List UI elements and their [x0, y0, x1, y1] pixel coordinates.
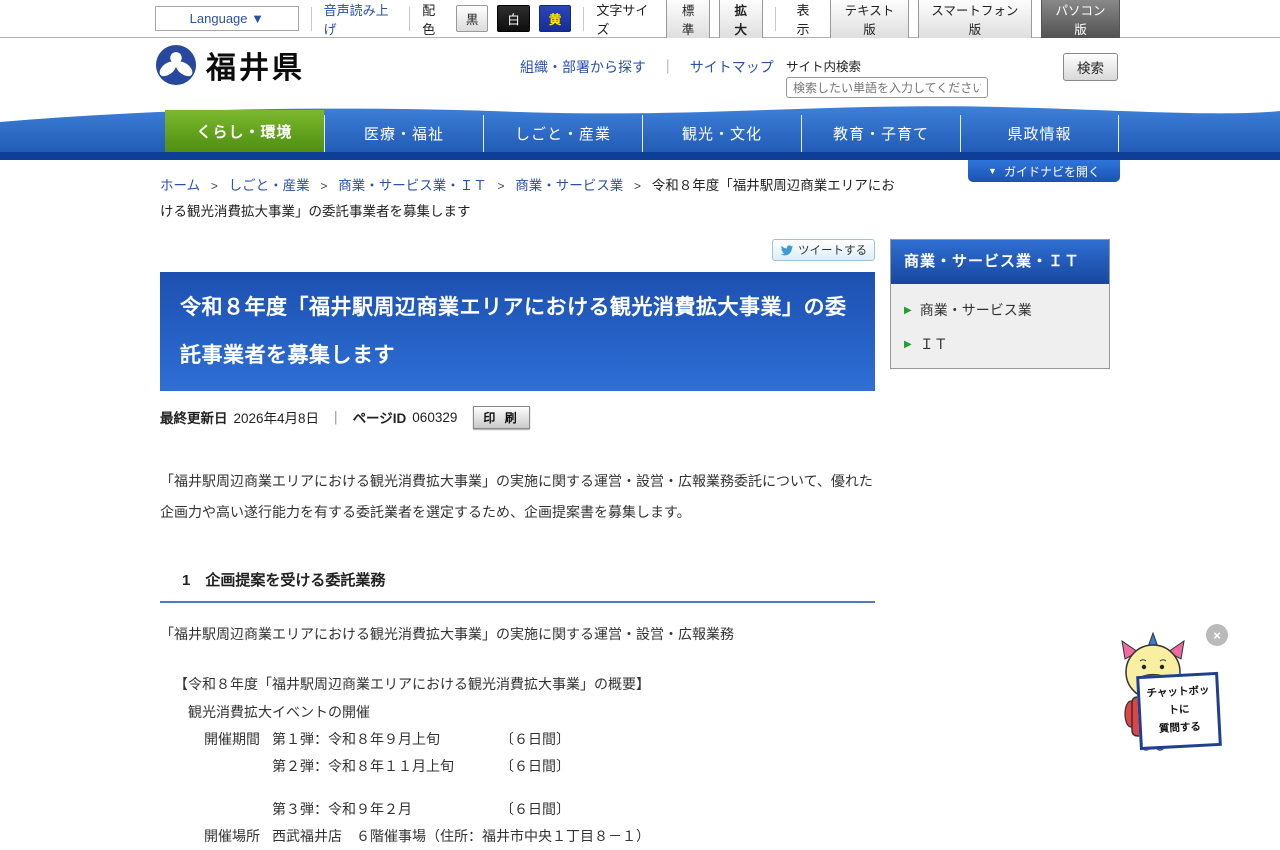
color-black-button[interactable]: 黒 — [455, 5, 489, 32]
color-white-button[interactable]: 白 — [497, 5, 530, 32]
event-line: 観光消費拡大イベントの開催 — [188, 703, 370, 720]
fukui-prefecture-emblem-icon — [155, 44, 197, 86]
section1-heading: 1 企画提案を受ける委託業務 — [160, 569, 875, 604]
category-sidebar: 商業・サービス業・ＩＴ ▶ 商業・サービス業 ▶ ＩＴ — [890, 239, 1110, 370]
page-id-value: 060329 — [412, 409, 458, 425]
page-title: 令和８年度「福井駅周辺商業エリアにおける観光消費拡大事業」の委託事業者を募集しま… — [160, 272, 875, 391]
search-button[interactable]: 検索 — [1063, 53, 1118, 81]
print-button[interactable]: 印 刷 — [473, 405, 530, 429]
breadcrumb-shogyo-link[interactable]: 商業・サービス業 — [515, 178, 623, 193]
divider: ｜ — [660, 59, 675, 75]
site-logo-link[interactable]: 福井県 — [155, 43, 305, 87]
period-2-days: 〔６日間〕 — [500, 758, 570, 775]
period-label: 開催期間 — [204, 730, 260, 747]
tweet-button[interactable]: ツイートする — [772, 239, 875, 262]
divider — [774, 6, 776, 31]
divider — [409, 6, 411, 31]
period-line-2: 第２弾：令和８年１１月上旬 〔６日間〕 — [160, 753, 875, 780]
place-line: 開催場所 西武福井店 ６階催事場（住所：福井市中央１丁目８－１） — [160, 823, 875, 850]
site-search-label: サイト内検索 — [786, 60, 862, 74]
breadcrumb-shogyo-it-link[interactable]: 商業・サービス業・ＩＴ — [338, 178, 487, 193]
breadcrumb-separator: > — [497, 179, 505, 193]
share-row: ツイートする — [160, 239, 875, 262]
nav-tab-iryo-fukushi[interactable]: 医療・福祉 — [324, 115, 483, 152]
section1-body: 「福井駅周辺商業エリアにおける観光消費拡大事業」の実施に関する運営・設営・広報業… — [160, 626, 734, 643]
sitemap-link[interactable]: サイトマップ — [690, 59, 774, 75]
audio-readout-link[interactable]: 音声読み上げ — [324, 0, 398, 38]
header-links: 組織・部署から探す ｜ サイトマップ — [520, 57, 774, 77]
nav-tab-kurashi-kankyo[interactable]: くらし・環境 — [165, 110, 324, 152]
period-1-days: 〔６日間〕 — [500, 730, 570, 747]
view-pc-version-button[interactable]: パソコン版 — [1040, 0, 1120, 42]
article-meta: 最終更新日 2026年4月8日 ｜ ページID 060329 印 刷 — [160, 405, 875, 429]
twitter-bird-icon — [780, 245, 794, 256]
language-dropdown[interactable]: Language ▼ — [155, 6, 299, 31]
breadcrumb-home-link[interactable]: ホーム — [160, 178, 200, 193]
nav-tab-kensei-joho[interactable]: 県政情報 — [960, 115, 1119, 152]
font-size-standard-button[interactable]: 標準 — [666, 0, 710, 42]
arrow-right-icon: ▶ — [904, 304, 912, 316]
updated-label: 最終更新日 — [160, 411, 228, 427]
main-column: ツイートする 令和８年度「福井駅周辺商業エリアにおける観光消費拡大事業」の委託事… — [160, 239, 875, 850]
font-size-label: 文字サイズ — [596, 2, 649, 37]
view-mode-label: 表示 — [796, 2, 810, 37]
period-1: 第１弾：令和８年９月上旬 — [272, 730, 440, 747]
breadcrumb-separator: > — [210, 179, 218, 193]
site-search-input[interactable] — [786, 77, 988, 98]
chatbot-close-icon[interactable]: × — [1206, 624, 1228, 646]
sidebar-item-shogyo-service[interactable]: ▶ 商業・サービス業 — [891, 293, 1109, 327]
overview-title: 【令和８年度「福井駅周辺商業エリアにおける観光消費拡大事業」の概要】 — [174, 676, 650, 693]
breadcrumb-separator: > — [634, 179, 642, 193]
global-nav: くらし・環境 医療・福祉 しごと・産業 観光・文化 教育・子育て 県政情報 — [0, 100, 1280, 160]
view-text-version-button[interactable]: テキスト版 — [830, 0, 909, 42]
arrow-right-icon: ▶ — [904, 338, 912, 350]
content-area: ツイートする 令和８年度「福井駅周辺商業エリアにおける観光消費拡大事業」の委託事… — [160, 239, 1110, 850]
place-value: 西武福井店 ６階催事場（住所：福井市中央１丁目８－１） — [272, 827, 650, 844]
site-header: 福井県 組織・部署から探す ｜ サイトマップ サイト内検索 検索 — [0, 38, 1280, 100]
color-yellow-button[interactable]: 黄 — [538, 5, 572, 32]
org-search-link[interactable]: 組織・部署から探す — [520, 59, 646, 75]
updated-date: 2026年4月8日 — [233, 411, 320, 427]
sidebar-category-title[interactable]: 商業・サービス業・ＩＴ — [891, 240, 1109, 285]
divider: ｜ — [329, 411, 343, 427]
site-name: 福井県 — [206, 52, 305, 85]
chatbot-sign-line1: チャットボットに — [1146, 684, 1210, 717]
place-label: 開催場所 — [204, 827, 260, 844]
section1-details: 【令和８年度「福井駅周辺商業エリアにおける観光消費拡大事業」の概要】 観光消費拡… — [160, 671, 875, 850]
divider — [583, 6, 585, 31]
article-intro: 「福井駅周辺商業エリアにおける観光消費拡大事業」の実施に関する運営・設営・広報業… — [160, 472, 873, 520]
chevron-down-icon: ▼ — [988, 166, 997, 176]
period-line-1: 開催期間 第１弾：令和８年９月上旬 〔６日間〕 — [160, 726, 875, 753]
chatbot-widget: × チャットボットに 質問する — [1112, 618, 1240, 766]
color-scheme-label: 配色 — [422, 2, 436, 37]
breadcrumb: ホーム > しごと・産業 > 商業・サービス業・ＩＴ > 商業・サービス業 > … — [160, 173, 900, 224]
nav-tab-kanko-bunka[interactable]: 観光・文化 — [642, 115, 801, 152]
sidebar-items: ▶ 商業・サービス業 ▶ ＩＴ — [891, 284, 1109, 368]
period-2: 第２弾：令和８年１１月上旬 — [272, 758, 454, 775]
utility-bar: Language ▼ 音声読み上げ 配色 黒 白 黄 文字サイズ 標準 拡大 表… — [0, 0, 1280, 42]
language-dropdown-label: Language ▼ — [189, 11, 264, 26]
breadcrumb-shigoto-link[interactable]: しごと・産業 — [229, 178, 310, 193]
nav-tab-shigoto-sangyo[interactable]: しごと・産業 — [483, 115, 642, 152]
sidebar-item-it[interactable]: ▶ ＩＴ — [891, 327, 1109, 361]
guide-nav-open-button[interactable]: ▼ ガイドナビを開く — [968, 160, 1120, 182]
nav-tabs: くらし・環境 医療・福祉 しごと・産業 観光・文化 教育・子育て 県政情報 — [165, 110, 1119, 152]
breadcrumb-separator: > — [320, 179, 328, 193]
font-size-large-button[interactable]: 拡大 — [718, 0, 763, 42]
chatbot-open-button[interactable]: チャットボットに 質問する — [1136, 671, 1222, 750]
nav-tab-kyoiku-kosodate[interactable]: 教育・子育て — [801, 115, 960, 152]
view-smartphone-version-button[interactable]: スマートフォン版 — [917, 0, 1032, 42]
period-3-days: 〔６日間〕 — [500, 800, 570, 817]
divider — [310, 6, 312, 31]
page-id-label: ページID — [352, 411, 407, 427]
nav-bottom-strip — [0, 152, 1280, 160]
chatbot-sign-line2: 質問する — [1158, 720, 1202, 735]
